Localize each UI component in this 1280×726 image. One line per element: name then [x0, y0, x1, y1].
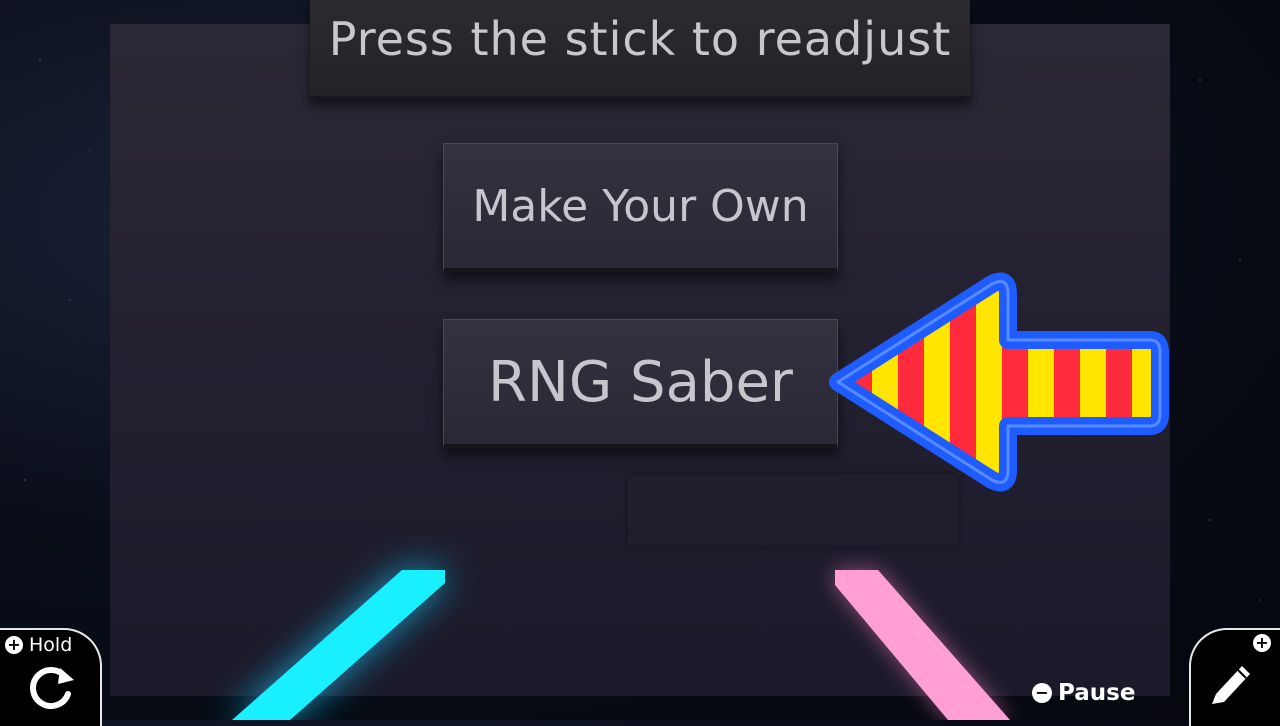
hold-label: Hold [29, 634, 73, 656]
pencil-icon[interactable] [1208, 658, 1258, 704]
plus-button-icon-right: + [1253, 634, 1271, 652]
pause-label: Pause [1058, 680, 1136, 706]
minus-button-icon: − [1032, 683, 1052, 703]
left-saber [230, 570, 445, 720]
pause-hint[interactable]: − Pause [1032, 680, 1135, 706]
right-saber [835, 570, 1010, 720]
plus-button-icon: + [5, 636, 23, 654]
rotate-icon[interactable] [28, 664, 78, 710]
saber-layer [230, 570, 1010, 720]
hold-hint: + Hold [5, 634, 72, 656]
